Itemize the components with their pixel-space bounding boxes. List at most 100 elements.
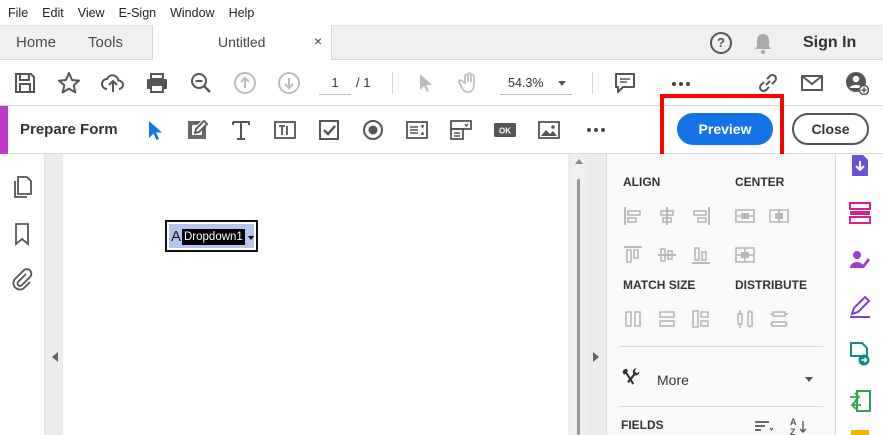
center-horizontal-icon[interactable]	[735, 206, 755, 226]
text-tool-icon[interactable]	[229, 118, 253, 142]
tools-sidebar	[836, 154, 883, 435]
svg-text:OK: OK	[499, 127, 511, 136]
image-tool-icon[interactable]	[537, 118, 561, 142]
attachment-icon[interactable]	[10, 268, 34, 292]
share-pdf-icon[interactable]	[848, 342, 872, 366]
select-object-icon[interactable]	[143, 118, 167, 142]
close-tab-icon[interactable]: ×	[314, 33, 322, 49]
form-accent-bar	[0, 106, 8, 154]
more-options-icon[interactable]	[669, 71, 693, 95]
text-field-icon[interactable]	[273, 118, 297, 142]
menu-window[interactable]: Window	[170, 6, 214, 20]
distribute-heading: DISTRIBUTE	[735, 278, 807, 292]
tab-home[interactable]: Home	[16, 34, 56, 51]
prepare-form-tool-icon[interactable]	[848, 201, 872, 225]
more-options-label[interactable]: More	[657, 372, 689, 388]
close-form-button[interactable]: Close	[792, 113, 869, 145]
share-link-icon[interactable]	[756, 71, 780, 95]
list-box-tool-icon[interactable]	[405, 118, 429, 142]
match-width-icon[interactable]	[657, 309, 677, 329]
distribute-horizontal-icon[interactable]	[735, 309, 755, 329]
email-icon[interactable]	[800, 71, 824, 95]
match-both-icon[interactable]	[691, 309, 711, 329]
collapse-right-panel-icon[interactable]	[593, 352, 599, 362]
scroll-up-icon[interactable]	[575, 159, 583, 164]
menu-esign[interactable]: E-Sign	[119, 6, 157, 20]
dropdown-tool-icon[interactable]	[449, 118, 473, 142]
sort-alphabetical-icon[interactable]: AZ	[789, 416, 809, 435]
toolbar-divider	[592, 72, 593, 94]
align-left-icon[interactable]	[623, 206, 643, 226]
add-user-icon[interactable]	[845, 71, 869, 95]
upload-cloud-icon[interactable]	[101, 71, 125, 95]
svg-text:A: A	[790, 417, 797, 427]
save-icon[interactable]	[13, 71, 37, 95]
menu-file[interactable]: File	[8, 6, 28, 20]
distribute-vertical-icon[interactable]	[769, 309, 789, 329]
align-right-icon[interactable]	[691, 206, 711, 226]
dropdown-form-field[interactable]: A Dropdown1	[165, 220, 258, 252]
sort-menu-icon[interactable]	[753, 416, 773, 435]
bookmark-icon[interactable]	[10, 222, 34, 246]
radio-button-tool-icon[interactable]	[361, 118, 385, 142]
chevron-down-icon	[248, 236, 254, 240]
sign-in-link[interactable]: Sign In	[803, 34, 856, 52]
star-icon[interactable]	[57, 71, 81, 95]
select-cursor-icon[interactable]	[413, 71, 437, 95]
align-bottom-icon[interactable]	[691, 245, 711, 265]
chevron-down-icon[interactable]	[805, 377, 813, 382]
center-both-icon[interactable]	[735, 245, 755, 265]
export-pdf-icon[interactable]	[848, 154, 872, 178]
menu-help[interactable]: Help	[229, 6, 255, 20]
tools-icon	[621, 367, 647, 393]
match-height-icon[interactable]	[623, 309, 643, 329]
align-top-icon[interactable]	[623, 245, 643, 265]
zoom-dropdown[interactable]: 54.3%	[500, 71, 572, 95]
hand-tool-icon[interactable]	[457, 71, 481, 95]
svg-text:Z: Z	[790, 427, 796, 435]
edit-form-icon[interactable]	[185, 118, 209, 142]
tab-document-title: Untitled	[218, 34, 266, 50]
match-size-heading: MATCH SIZE	[623, 278, 696, 292]
collapse-left-panel-icon[interactable]	[52, 352, 58, 362]
pages-icon[interactable]	[10, 175, 34, 199]
print-icon[interactable]	[145, 71, 169, 95]
edit-pdf-icon[interactable]	[848, 429, 872, 435]
menu-edit[interactable]: Edit	[42, 6, 64, 20]
more-form-tools-icon[interactable]	[584, 118, 608, 142]
menu-view[interactable]: View	[78, 6, 105, 20]
panel-divider	[619, 406, 823, 407]
left-nav-panel	[0, 154, 45, 435]
chevron-down-icon	[558, 81, 566, 86]
button-tool-icon[interactable]: OK	[493, 118, 517, 142]
request-signatures-icon[interactable]	[848, 248, 872, 272]
menu-bar: File Edit View E-Sign Window Help	[0, 0, 883, 25]
scrollbar-thumb[interactable]	[577, 179, 580, 435]
field-name-label: Dropdown1	[182, 229, 245, 245]
panel-divider	[619, 346, 823, 347]
zoom-out-icon[interactable]	[189, 71, 213, 95]
page-number-input[interactable]: 1	[319, 71, 351, 95]
organize-pages-icon[interactable]	[848, 389, 872, 413]
align-horizontal-center-icon[interactable]	[657, 206, 677, 226]
bell-icon[interactable]	[752, 31, 774, 55]
align-vertical-center-icon[interactable]	[657, 245, 677, 265]
form-properties-panel: ALIGN CENTER MATCH SIZE DISTRIBUTE More …	[606, 154, 836, 435]
prepare-form-label: Prepare Form	[20, 121, 118, 138]
dropdown-field-body: A Dropdown1	[169, 224, 254, 248]
center-vertical-icon[interactable]	[769, 206, 789, 226]
checkbox-tool-icon[interactable]	[317, 118, 341, 142]
next-page-icon[interactable]	[277, 71, 301, 95]
help-icon[interactable]: ?	[710, 32, 732, 54]
document-viewer	[45, 154, 606, 435]
align-heading: ALIGN	[623, 175, 661, 189]
previous-page-icon[interactable]	[233, 71, 257, 95]
tab-bar: Home Tools Untitled × ? Sign In	[0, 25, 883, 61]
tab-document[interactable]: Untitled ×	[152, 25, 332, 61]
fill-sign-icon[interactable]	[848, 295, 872, 319]
fields-heading: FIELDS	[621, 418, 664, 432]
vertical-scrollbar[interactable]	[572, 154, 586, 435]
tab-tools[interactable]: Tools	[88, 34, 123, 51]
toolbar-divider	[392, 72, 393, 94]
comment-icon[interactable]	[613, 71, 637, 95]
